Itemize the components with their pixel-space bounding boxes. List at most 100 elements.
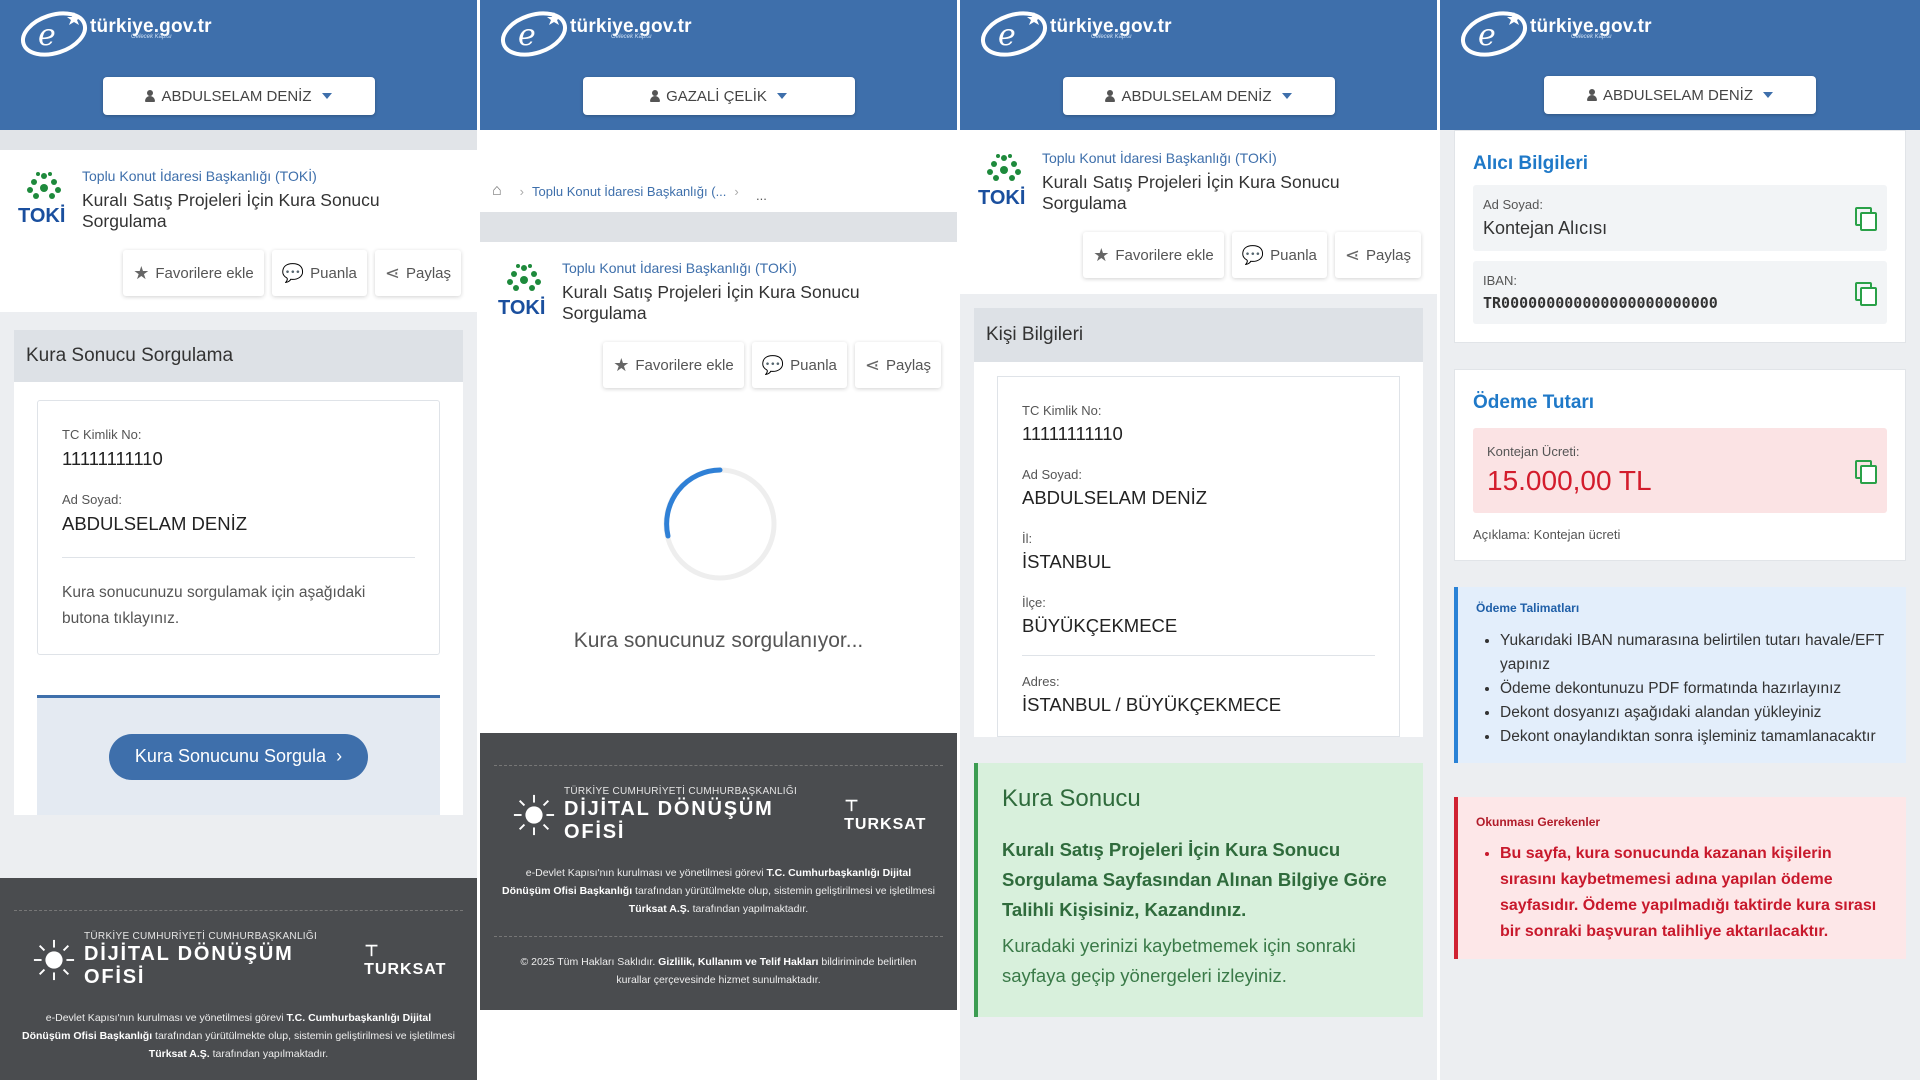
e-devlet-swoosh-icon: e: [981, 11, 1047, 57]
breadcrumb-more[interactable]: ...: [756, 188, 767, 203]
service-title: Kuralı Satış Projeleri İçin Kura Sonucu …: [1042, 172, 1340, 213]
share-button[interactable]: ⋖ Paylaş: [854, 342, 941, 388]
chevron-right-icon: ›: [336, 746, 343, 766]
rate-button[interactable]: 💬 Puanla: [1231, 232, 1327, 278]
user-icon: [1586, 89, 1597, 101]
e-devlet-swoosh-icon: e: [1461, 11, 1527, 57]
person-card: TC Kimlik No: 11111111110 Ad Soyad: ABDULS…: [997, 376, 1400, 737]
payment-title: Ödeme Tutarı: [1473, 392, 1595, 413]
result-message: Kuralı Satış Projeleri İçin Kura Sonucu …: [1002, 839, 1387, 920]
instructions-box: Ödeme Talimatları Yukarıdaki IBAN numara…: [1454, 587, 1906, 763]
breadcrumb-item[interactable]: Toplu Konut İdaresi Başkanlığı (...: [532, 184, 726, 199]
share-icon: ⋖: [1344, 244, 1360, 265]
instructions-title: Ödeme Talimatları: [1476, 601, 1580, 615]
site-footer: TÜRKİYE CUMHURİYETİ CUMHURBAŞKANLIĞI DİJ…: [0, 878, 477, 1080]
user-icon: [650, 90, 661, 102]
result-box: Kura Sonucu Kuralı Satış Projeleri İçin …: [974, 763, 1423, 1017]
city-value: İSTANBUL: [1022, 551, 1112, 572]
name-value: ABDULSELAM DENİZ: [62, 513, 248, 534]
list-item: Dekont dosyanızı aşağıdaki alandan yükle…: [1500, 701, 1888, 725]
user-menu-button[interactable]: ABDULSELAM DENİZ: [1062, 77, 1335, 115]
service-org[interactable]: Toplu Konut İdaresi Başkanlığı (TOKİ): [82, 168, 461, 184]
query-result-label: Kura Sonucunu Sorgula: [134, 746, 327, 766]
service-org[interactable]: Toplu Konut İdaresi Başkanlığı (TOKİ): [1042, 150, 1421, 166]
service-header: TOKİ Toplu Konut İdaresi Başkanlığı (TOK…: [480, 242, 957, 404]
favorites-label: Favorilere ekle: [155, 264, 254, 282]
share-label: Paylaş: [405, 264, 451, 282]
recipient-name-label: Ad Soyad:: [1483, 197, 1543, 212]
ddo-name: DİJİTAL DÖNÜŞÜM OFİSİ: [84, 943, 294, 988]
turksat-logo: ⊤ TURKSAT: [364, 943, 447, 978]
copy-icon[interactable]: [1855, 459, 1877, 484]
star-icon: ★: [613, 354, 630, 375]
toki-logo-text: TOKİ: [978, 186, 1025, 208]
site-footer: TÜRKİYE CUMHURİYETİ CUMHURBAŞKANLIĞI DİJ…: [480, 733, 957, 1010]
ddo-name: DİJİTAL DÖNÜŞÜM OFİSİ: [564, 798, 774, 843]
warning-title: Okunması Gerekenler: [1476, 815, 1601, 829]
user-menu-button[interactable]: GAZALİ ÇELİK: [582, 77, 855, 115]
home-icon[interactable]: ⌂: [492, 182, 502, 200]
service-org[interactable]: Toplu Konut İdaresi Başkanlığı (TOKİ): [562, 260, 941, 276]
share-button[interactable]: ⋖ Paylaş: [1334, 232, 1421, 278]
fee-field: Kontejan Ücreti: 15.000,00 TL: [1473, 428, 1887, 513]
screen-payment: e türkiye.gov.tr Gelecek Kapısı ABDULSEL…: [1440, 0, 1920, 1080]
favorites-button[interactable]: ★ Favorilere ekle: [1083, 232, 1224, 278]
favorites-button[interactable]: ★ Favorilere ekle: [123, 250, 264, 296]
name-label: Ad Soyad:: [62, 492, 122, 507]
section-title: Kura Sonucu Sorgulama: [14, 330, 463, 382]
query-description: Kura sonucunuzu sorgulamak için aşağıdak…: [62, 584, 366, 627]
turkiye-gov-logo[interactable]: e türkiye.gov.tr Gelecek Kapısı: [16, 4, 212, 60]
person-card: TC Kimlik No: 11111111110 Ad Soyad: ABDU…: [37, 400, 440, 655]
tc-label: TC Kimlik No:: [1022, 403, 1102, 418]
turkiye-gov-logo[interactable]: e türkiye.gov.tr Gelecek Kapısı: [1456, 4, 1652, 60]
share-icon: ⋖: [864, 354, 880, 375]
user-name: GAZALİ ÇELİK: [666, 87, 767, 105]
screen-result: e türkiye.gov.tr Gelecek Kapısı ABDULSEL…: [960, 0, 1440, 1080]
e-devlet-swoosh-icon: e: [501, 11, 567, 57]
user-menu-button[interactable]: ABDULSELAM DENİZ: [1544, 76, 1816, 114]
chat-bubble-icon: 💬: [761, 354, 785, 375]
copy-icon[interactable]: [1855, 281, 1877, 306]
query-action-area: Kura Sonucunu Sorgula ›: [37, 695, 440, 815]
sun-emblem-icon: [33, 939, 75, 981]
user-menu-button[interactable]: ABDULSELAM DENİZ: [102, 77, 375, 115]
screens-stage: e türkiye.gov.tr Gelecek Kapısı ABDULSEL…: [0, 0, 1920, 1080]
share-button[interactable]: ⋖ Paylaş: [374, 250, 461, 296]
favorites-label: Favorilere ekle: [635, 356, 734, 374]
tc-value: 11111111110: [62, 448, 163, 469]
user-name: ABDULSELAM DENİZ: [161, 87, 312, 105]
list-item: Ödeme dekontunuzu PDF formatında hazırla…: [1500, 677, 1888, 701]
rate-button[interactable]: 💬 Puanla: [751, 342, 847, 388]
site-tagline: Gelecek Kapısı: [1091, 34, 1132, 40]
breadcrumb: ⌂ › Toplu Konut İdaresi Başkanlığı (... …: [480, 130, 957, 212]
service-header: TOKİ Toplu Konut İdaresi Başkanlığı (TOK…: [0, 150, 477, 312]
service-title: Kuralı Satış Projeleri İçin Kura Sonucu …: [82, 190, 380, 231]
e-devlet-swoosh-icon: e: [21, 11, 87, 57]
turkiye-gov-logo[interactable]: e türkiye.gov.tr Gelecek Kapısı: [496, 4, 692, 60]
query-result-button[interactable]: Kura Sonucunu Sorgula ›: [108, 733, 369, 780]
turkiye-gov-logo[interactable]: e türkiye.gov.tr Gelecek Kapısı: [976, 4, 1172, 60]
caret-down-icon: [321, 93, 332, 99]
recipient-card: Alıcı Bilgileri Ad Soyad: Kontejan Alıcı…: [1454, 130, 1906, 343]
iban-field: IBAN: TR000000000000000000000000: [1473, 261, 1887, 324]
warning-box: Okunması Gerekenler Bu sayfa, kura sonuc…: [1454, 797, 1906, 959]
rate-label: Puanla: [790, 356, 837, 374]
recipient-name-field: Ad Soyad: Kontejan Alıcısı: [1473, 185, 1887, 251]
copy-icon[interactable]: [1855, 207, 1877, 231]
rate-label: Puanla: [1270, 246, 1317, 264]
name-value: ABDULSELAM DENİZ: [1022, 487, 1208, 508]
person-section: Kişi Bilgileri TC Kimlik No: 11111111110 …: [974, 308, 1423, 737]
tc-value: 11111111110: [1022, 423, 1123, 444]
privacy-link[interactable]: Gizlilik, Kullanım ve Telif Hakları: [658, 956, 818, 968]
favorites-button[interactable]: ★ Favorilere ekle: [603, 342, 744, 388]
toki-logo: TOKİ: [976, 150, 1032, 213]
caret-down-icon: [776, 93, 787, 99]
rate-button[interactable]: 💬 Puanla: [271, 250, 367, 296]
copyright-text: © 2025 Tüm Hakları Saklıdır. Gizlilik, K…: [520, 956, 917, 986]
toki-logo: TOKİ: [496, 260, 552, 323]
address-label: Adres:: [1022, 674, 1060, 689]
iban-value: TR000000000000000000000000: [1483, 294, 1718, 312]
user-name: ABDULSELAM DENİZ: [1602, 86, 1754, 104]
breadcrumb-separator: ›: [734, 183, 739, 199]
service-title: Kuralı Satış Projeleri İçin Kura Sonucu …: [562, 282, 860, 323]
